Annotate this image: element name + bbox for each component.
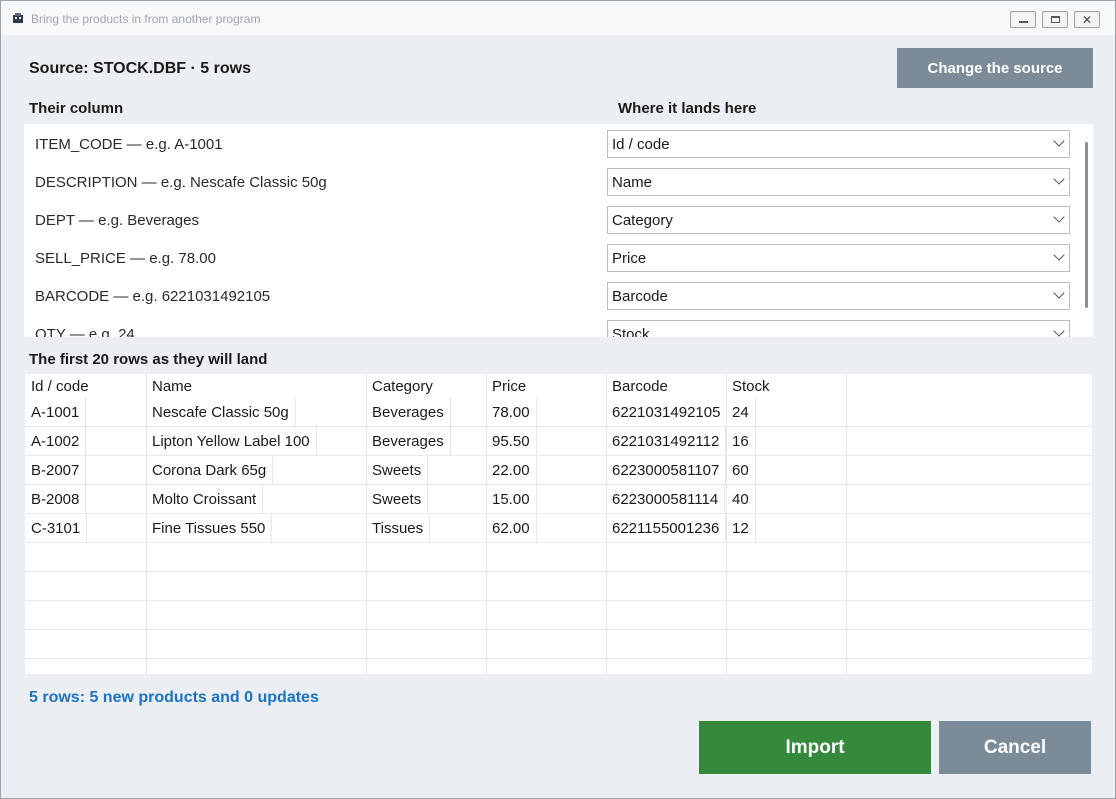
close-button[interactable]: ✕ [1074, 11, 1100, 28]
cell-category: Sweets [366, 485, 429, 514]
table-row[interactable]: B-2008 Molto Croissant Sweets 15.00 6223… [25, 485, 1092, 514]
preview-table[interactable]: Id / code Name Category Price Barcode St… [25, 374, 1092, 674]
cell-name: Fine Tissues 550 [146, 514, 273, 543]
selected-field: Category [612, 212, 673, 229]
target-field-select[interactable]: Id / code [607, 130, 1070, 158]
cancel-button[interactable]: Cancel [939, 721, 1091, 774]
cell-barcode: 6223000581114 [606, 485, 726, 514]
table-header: Id / code Name Category Price Barcode St… [25, 374, 1092, 399]
selected-field: Stock [612, 326, 650, 337]
mapping-row: QTY — e.g. 24 Stock [24, 315, 1093, 337]
target-field-select[interactable]: Category [607, 206, 1070, 234]
mapping-row: DEPT — e.g. Beverages Category [24, 201, 1093, 239]
table-row[interactable]: B-2007 Corona Dark 65g Sweets 22.00 6223… [25, 456, 1092, 485]
cell-id: C-3101 [25, 514, 88, 543]
their-column-header: Their column [29, 100, 124, 117]
column-header-stock[interactable]: Stock [726, 374, 847, 399]
cell-barcode: 6221155001236 [606, 514, 727, 543]
minimize-icon [1018, 20, 1028, 23]
target-field-select[interactable]: Barcode [607, 282, 1070, 310]
window-title: Bring the products in from another progr… [31, 12, 261, 26]
target-field-select[interactable]: Stock [607, 320, 1070, 337]
cell-stock: 40 [726, 485, 756, 514]
cell-stock: 24 [726, 398, 756, 427]
change-source-button[interactable]: Change the source [897, 48, 1093, 88]
column-header-price[interactable]: Price [486, 374, 607, 399]
cell-price: 22.00 [486, 456, 537, 485]
source-column-label: ITEM_CODE — e.g. A-1001 [35, 136, 223, 153]
source-column-label: SELL_PRICE — e.g. 78.00 [35, 250, 216, 267]
cell-name: Molto Croissant [146, 485, 264, 514]
selected-field: Id / code [612, 136, 670, 153]
lands-here-header: Where it lands here [618, 100, 757, 117]
cell-price: 78.00 [486, 398, 537, 427]
cell-id: A-1001 [25, 398, 87, 427]
cell-barcode: 6221031492105 [606, 398, 728, 427]
import-button[interactable]: Import [699, 721, 931, 774]
minimize-button[interactable] [1010, 11, 1036, 28]
column-header-category[interactable]: Category [366, 374, 487, 399]
import-summary: 5 rows: 5 new products and 0 updates [29, 689, 319, 706]
selected-field: Barcode [612, 288, 668, 305]
cell-barcode: 6223000581107 [606, 456, 727, 485]
mapping-row: BARCODE — e.g. 6221031492105 Barcode [24, 277, 1093, 315]
cell-name: Nescafe Classic 50g [146, 398, 296, 427]
table-row[interactable]: C-3101 Fine Tissues 550 Tissues 62.00 62… [25, 514, 1092, 543]
source-column-label: DESCRIPTION — e.g. Nescafe Classic 50g [35, 174, 327, 191]
title-bar: Bring the products in from another progr… [1, 1, 1115, 35]
cell-price: 95.50 [486, 427, 537, 456]
selected-field: Price [612, 250, 647, 267]
close-icon: ✕ [1081, 12, 1093, 27]
cell-id: B-2008 [25, 485, 87, 514]
column-header-barcode[interactable]: Barcode [606, 374, 727, 399]
chevron-down-icon [1053, 325, 1065, 337]
empty-row [25, 630, 1092, 659]
mapping-row: SELL_PRICE — e.g. 78.00 Price [24, 239, 1093, 277]
table-row[interactable]: A-1002 Lipton Yellow Label 100 Beverages… [25, 427, 1092, 456]
cell-name: Lipton Yellow Label 100 [146, 427, 317, 456]
preview-title: The first 20 rows as they will land [29, 351, 268, 368]
cell-price: 62.00 [486, 514, 537, 543]
cell-category: Beverages [366, 427, 451, 456]
column-header-id[interactable]: Id / code [25, 374, 147, 399]
cell-barcode: 6221031492112 [606, 427, 727, 456]
cell-category: Beverages [366, 398, 451, 427]
app-icon [13, 13, 23, 23]
chevron-down-icon [1053, 135, 1065, 147]
empty-row [25, 543, 1092, 572]
chevron-down-icon [1053, 211, 1065, 223]
source-column-label: DEPT — e.g. Beverages [35, 212, 199, 229]
target-field-select[interactable]: Name [607, 168, 1070, 196]
cell-price: 15.00 [486, 485, 537, 514]
cell-stock: 16 [726, 427, 756, 456]
empty-row [25, 572, 1092, 601]
cell-stock: 60 [726, 456, 756, 485]
cell-id: B-2007 [25, 456, 87, 485]
import-dialog: Bring the products in from another progr… [0, 0, 1116, 799]
source-column-label: BARCODE — e.g. 6221031492105 [35, 288, 271, 305]
column-header-name[interactable]: Name [146, 374, 367, 399]
restore-button[interactable] [1042, 11, 1068, 28]
cell-category: Tissues [366, 514, 431, 543]
cell-stock: 12 [726, 514, 756, 543]
selected-field: Name [612, 174, 653, 191]
scrollbar-thumb[interactable] [1085, 142, 1088, 308]
mapping-row: ITEM_CODE — e.g. A-1001 Id / code [24, 125, 1093, 163]
source-column-label: QTY — e.g. 24 [35, 326, 135, 337]
chevron-down-icon [1053, 249, 1065, 261]
source-title: Source: STOCK.DBF · 5 rows [29, 60, 251, 77]
restore-icon [1050, 16, 1060, 23]
chevron-down-icon [1053, 287, 1065, 299]
empty-row [25, 601, 1092, 630]
target-field-select[interactable]: Price [607, 244, 1070, 272]
table-row[interactable]: A-1001 Nescafe Classic 50g Beverages 78.… [25, 398, 1092, 427]
cell-name: Corona Dark 65g [146, 456, 274, 485]
cell-id: A-1002 [25, 427, 87, 456]
column-mapping-list[interactable]: ITEM_CODE — e.g. A-1001 Id / code DESCRI… [24, 124, 1093, 337]
chevron-down-icon [1053, 173, 1065, 185]
mapping-row: DESCRIPTION — e.g. Nescafe Classic 50g N… [24, 163, 1093, 201]
cell-category: Sweets [366, 456, 429, 485]
